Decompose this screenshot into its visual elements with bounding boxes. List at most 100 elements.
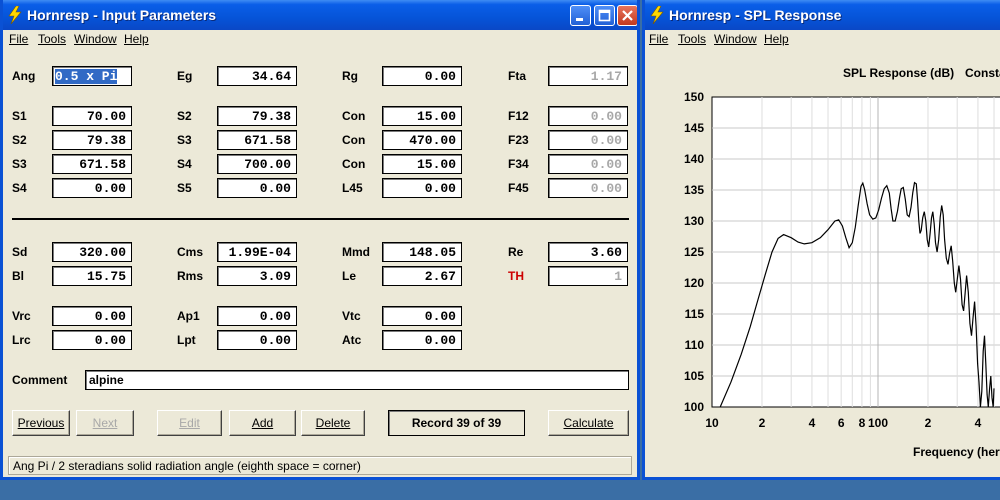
param-label: Atc <box>342 333 362 347</box>
param-label: Vrc <box>12 309 31 323</box>
param-field-s5[interactable]: 0.00 <box>217 178 297 198</box>
param-field-s1[interactable]: 70.00 <box>52 106 132 126</box>
y-tick-label: 145 <box>684 121 704 135</box>
x-tick-label: 6 <box>838 416 845 430</box>
param-label: S1 <box>12 109 27 123</box>
param-field-f23: 0.00 <box>548 130 628 150</box>
param-field-vrc[interactable]: 0.00 <box>52 306 132 326</box>
status-bar: Ang Pi / 2 steradians solid radiation an… <box>8 456 632 475</box>
param-label: Ang <box>12 69 36 83</box>
param-field-f12: 0.00 <box>548 106 628 126</box>
param-field-mmd[interactable]: 148.05 <box>382 242 462 262</box>
param-field-bl[interactable]: 15.75 <box>52 266 132 286</box>
y-tick-label: 125 <box>684 245 704 259</box>
param-label: Le <box>342 269 357 283</box>
param-field-le[interactable]: 2.67 <box>382 266 462 286</box>
record-indicator: Record 39 of 39 <box>388 410 525 436</box>
edit-button: Edit <box>157 410 222 436</box>
param-label: F12 <box>508 109 529 123</box>
lightning-icon <box>8 6 22 24</box>
maximize-icon <box>598 9 611 22</box>
close-icon <box>622 10 633 21</box>
param-field-s4[interactable]: 0.00 <box>52 178 132 198</box>
param-field-lrc[interactable]: 0.00 <box>52 330 132 350</box>
param-label: Con <box>342 157 366 171</box>
param-field-atc[interactable]: 0.00 <box>382 330 462 350</box>
param-label: Bl <box>12 269 24 283</box>
param-label: F23 <box>508 133 529 147</box>
minimize-icon <box>576 18 583 21</box>
param-label: Ap1 <box>177 309 200 323</box>
param-label: Rg <box>342 69 358 83</box>
spl-response-window: Hornresp - SPL Response File Tools Windo… <box>642 0 1000 480</box>
minimize-button[interactable] <box>570 5 591 26</box>
param-field-sd[interactable]: 320.00 <box>52 242 132 262</box>
input-window-titlebar[interactable]: Hornresp - Input Parameters <box>3 0 637 30</box>
param-field-s3[interactable]: 671.58 <box>52 154 132 174</box>
x-tick-label: 4 <box>975 416 982 430</box>
y-tick-label: 135 <box>684 183 704 197</box>
maximize-button[interactable] <box>594 5 615 26</box>
comment-label: Comment <box>12 373 68 387</box>
next-button: Next <box>76 410 134 436</box>
param-field-ang[interactable]: 0.5 x Pi <box>52 66 132 86</box>
param-label: L45 <box>342 181 363 195</box>
x-axis-label: Frequency (hert <box>913 445 1000 459</box>
section-divider <box>12 218 629 220</box>
param-field-cms[interactable]: 1.99E-04 <box>217 242 297 262</box>
param-field-rms[interactable]: 3.09 <box>217 266 297 286</box>
calculate-button[interactable]: Calculate <box>548 410 629 436</box>
x-tick-label: 8 <box>859 416 866 430</box>
x-tick-label: 2 <box>925 416 932 430</box>
param-field-s3[interactable]: 671.58 <box>217 130 297 150</box>
param-field-th: 1 <box>548 266 628 286</box>
param-field-fta: 1.17 <box>548 66 628 86</box>
param-field-l45[interactable]: 0.00 <box>382 178 462 198</box>
param-field-rg[interactable]: 0.00 <box>382 66 462 86</box>
y-tick-label: 100 <box>684 400 704 414</box>
param-field-s4[interactable]: 700.00 <box>217 154 297 174</box>
param-label: Lpt <box>177 333 196 347</box>
delete-button[interactable]: Delete <box>301 410 365 436</box>
param-label: Cms <box>177 245 204 259</box>
param-field-vtc[interactable]: 0.00 <box>382 306 462 326</box>
param-label: S4 <box>177 157 192 171</box>
param-field-s2[interactable]: 79.38 <box>52 130 132 150</box>
param-field-re[interactable]: 3.60 <box>548 242 628 262</box>
param-label: Re <box>508 245 524 259</box>
x-tick-label: 4 <box>809 416 816 430</box>
param-field-lpt[interactable]: 0.00 <box>217 330 297 350</box>
param-field-f45: 0.00 <box>548 178 628 198</box>
add-button[interactable]: Add <box>229 410 296 436</box>
x-tick-label: 10 <box>705 416 719 430</box>
comment-field[interactable]: alpine <box>85 370 629 390</box>
param-label: Con <box>342 109 366 123</box>
y-tick-label: 115 <box>685 307 705 321</box>
close-button[interactable] <box>617 5 637 26</box>
param-label: S5 <box>177 181 192 195</box>
param-field-ap1[interactable]: 0.00 <box>217 306 297 326</box>
param-label: Rms <box>177 269 204 283</box>
param-field-con[interactable]: 15.00 <box>382 154 462 174</box>
input-window-title: Hornresp - Input Parameters <box>27 7 217 23</box>
y-tick-label: 150 <box>684 90 704 104</box>
param-label: S3 <box>12 157 27 171</box>
input-menubar: File Tools Window Help <box>3 30 637 48</box>
param-label: Fta <box>508 69 526 83</box>
param-label: Con <box>342 133 366 147</box>
x-tick-label: 100 <box>868 416 888 430</box>
param-field-con[interactable]: 470.00 <box>382 130 462 150</box>
input-parameters-window: Hornresp - Input Parameters File Tools W… <box>0 0 640 480</box>
param-field-s2[interactable]: 79.38 <box>217 106 297 126</box>
menu-file[interactable]: File <box>9 32 28 46</box>
y-tick-label: 140 <box>684 152 704 166</box>
param-label: S2 <box>177 109 192 123</box>
menu-help[interactable]: Help <box>124 32 149 46</box>
menu-tools[interactable]: Tools <box>38 32 66 46</box>
param-label-th: TH <box>508 269 524 283</box>
param-field-con[interactable]: 15.00 <box>382 106 462 126</box>
param-field-f34: 0.00 <box>548 154 628 174</box>
previous-button[interactable]: Previous <box>12 410 70 436</box>
menu-window[interactable]: Window <box>74 32 117 46</box>
param-field-eg[interactable]: 34.64 <box>217 66 297 86</box>
